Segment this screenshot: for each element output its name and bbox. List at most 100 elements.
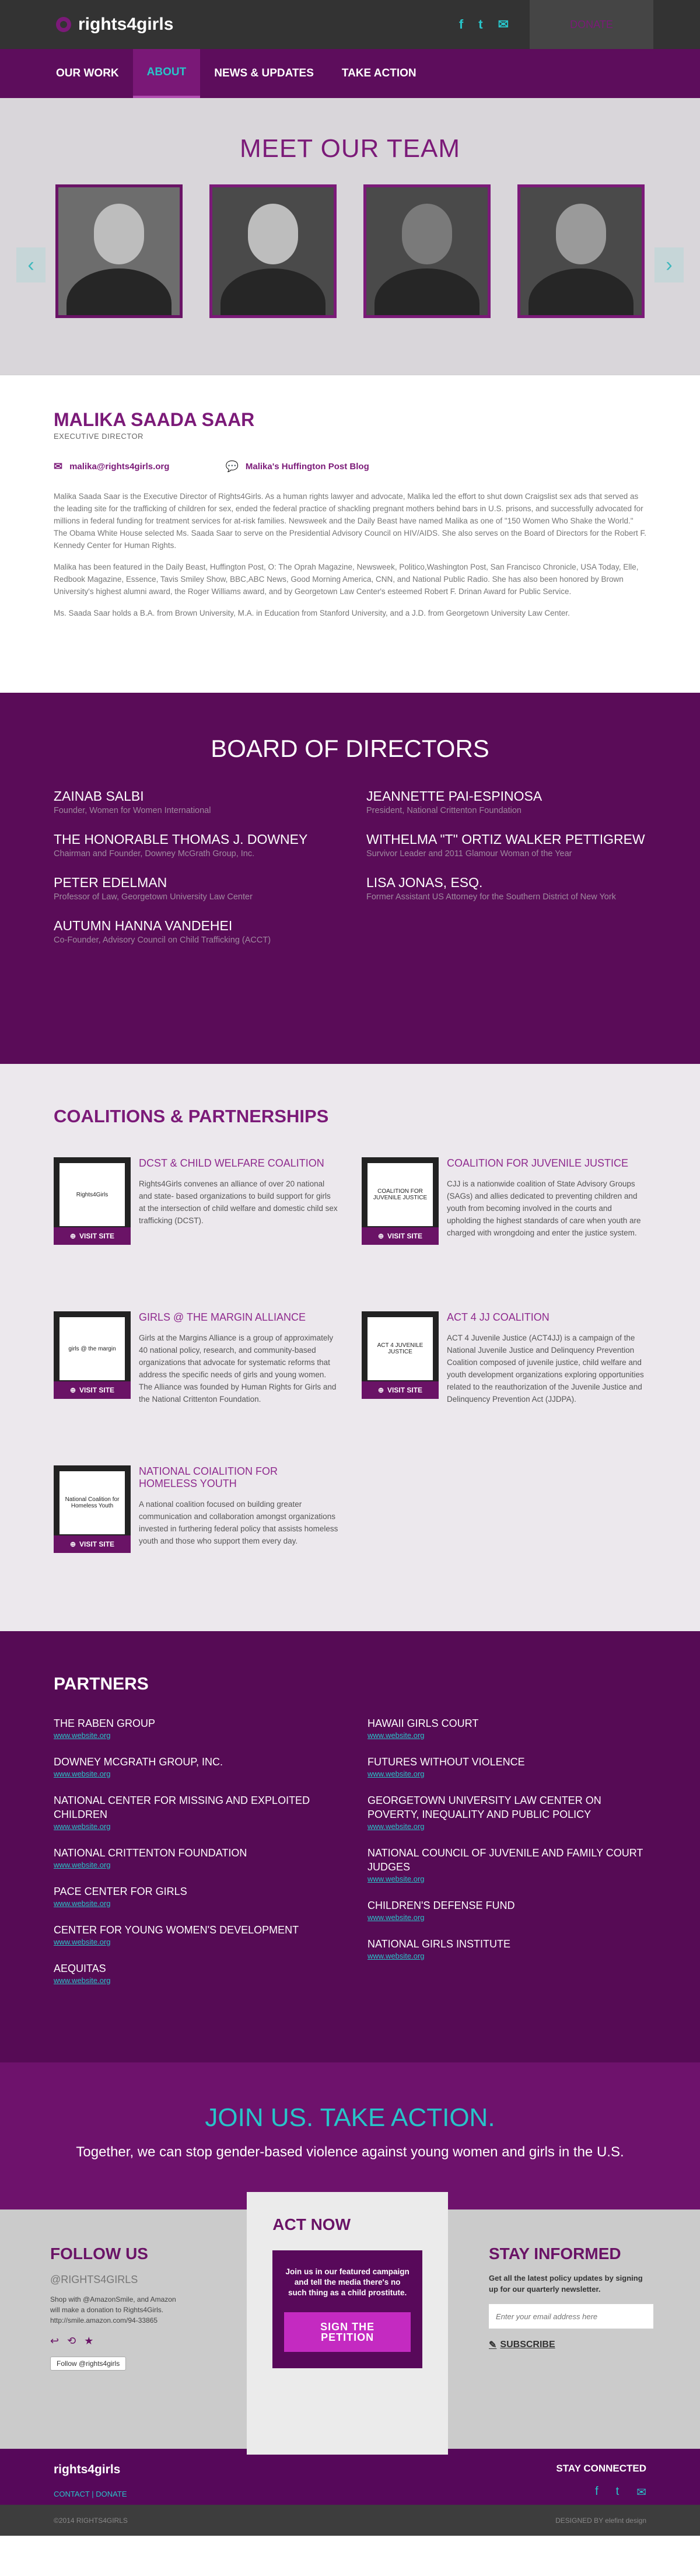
partner-item: CHILDREN'S DEFENSE FUND www.website.org <box>368 1898 646 1923</box>
profile-blog-link[interactable]: Malika's Huffington Post Blog <box>246 462 369 472</box>
partner-item: AEQUITAS www.website.org <box>54 1961 332 1986</box>
partner-item: PACE CENTER FOR GIRLS www.website.org <box>54 1884 332 1909</box>
team-photo-3[interactable] <box>363 184 491 318</box>
profile-section: MALIKA SAADA SAAR EXECUTIVE DIRECTOR ✉ ma… <box>0 375 700 693</box>
visit-site-button[interactable]: ⊕ VISIT SITE <box>362 1227 439 1245</box>
reply-icon[interactable]: ↩ <box>50 2335 59 2347</box>
twitter-icon[interactable]: t <box>478 17 482 32</box>
coalition-title: NATIONAL COIALITION FOR HOMELESS YOUTH <box>139 1465 278 1489</box>
nav-about[interactable]: ABOUT <box>132 49 201 98</box>
partners-section: PARTNERS THE RABEN GROUP www.website.org … <box>0 1631 700 2062</box>
board-member: PETER EDELMAN Professor of Law, Georgetow… <box>54 875 334 903</box>
partner-name: CENTER FOR YOUNG WOMEN'S DEVELOPMENT <box>54 1924 299 1936</box>
newsletter-column: STAY INFORMED Get all the latest policy … <box>489 2210 653 2449</box>
partner-name: HAWAII GIRLS COURT <box>368 1718 479 1729</box>
coalition-logo: National Coalition for Homeless Youth <box>60 1471 125 1534</box>
partner-link[interactable]: www.website.org <box>54 1938 111 1946</box>
footer-widgets: FOLLOW US @RIGHTS4GIRLS Shop with @Amazo… <box>0 2192 700 2455</box>
pencil-icon: ✎ <box>489 2340 497 2350</box>
board-member-title: Survivor Leader and 2011 Glamour Woman o… <box>366 849 572 858</box>
logo-text: rights4girls <box>78 15 174 34</box>
team-photo-1[interactable] <box>55 184 183 318</box>
email-icon[interactable]: ✉ <box>636 2485 646 2500</box>
follow-title: FOLLOW US <box>50 2245 148 2263</box>
partner-name: NATIONAL CRITTENTON FOUNDATION <box>54 1847 247 1859</box>
partner-link[interactable]: www.website.org <box>368 1731 425 1740</box>
board-member-title: Founder, Women for Women International <box>54 806 211 815</box>
partner-link[interactable]: www.website.org <box>54 1731 111 1740</box>
coalitions-section: COALITIONS & PARTNERSHIPS Rights4Girls ⊕ V… <box>0 1064 700 1631</box>
site-logo[interactable]: rights4girls <box>56 15 173 34</box>
board-member-title: Former Assistant US Attorney for the Sou… <box>366 892 616 902</box>
retweet-icon[interactable]: ⟲ <box>67 2335 76 2347</box>
footer-logo[interactable]: rights4girls <box>54 2463 127 2477</box>
main-nav: OUR WORK ABOUT NEWS & UPDATES TAKE ACTIO… <box>0 49 700 98</box>
sign-petition-button[interactable]: SIGN THE PETITION <box>284 2312 411 2352</box>
partner-link[interactable]: www.website.org <box>54 1769 111 1778</box>
board-member: JEANNETTE PAI-ESPINOSA President, Nationa… <box>366 788 646 816</box>
coalition-title: COALITION FOR JUVENILE JUSTICE <box>447 1157 629 1169</box>
designed-by-label: DESIGNED BY <box>555 2516 603 2525</box>
profile-email-link[interactable]: malika@rights4girls.org <box>69 462 169 472</box>
carousel-next-button[interactable]: › <box>654 247 684 282</box>
coalition-title: DCST & CHILD WELFARE COALITION <box>139 1157 324 1169</box>
bottom-bar: rights4girls CONTACT | DONATE STAY CONNE… <box>0 2449 700 2505</box>
board-member-title: President, National Crittenton Foundatio… <box>366 806 522 815</box>
nav-take-action[interactable]: TAKE ACTION <box>328 49 430 98</box>
visit-site-button[interactable]: ⊕ VISIT SITE <box>54 1381 131 1399</box>
visit-site-button[interactable]: ⊕ VISIT SITE <box>54 1227 131 1245</box>
facebook-icon[interactable]: f <box>459 17 463 32</box>
coalition-text: Rights4Girls convenes an alliance of ove… <box>139 1179 338 1225</box>
social-links: f t ✉ <box>459 17 509 32</box>
join-text: Together, we can stop gender-based viole… <box>76 2144 624 2160</box>
copyright-text: ©2014 RIGHTS4GIRLS <box>54 2516 128 2525</box>
email-icon[interactable]: ✉ <box>498 17 509 32</box>
twitter-icon[interactable]: t <box>616 2485 620 2500</box>
board-member-name: JEANNETTE PAI-ESPINOSA <box>366 788 542 804</box>
nav-our-work[interactable]: OUR WORK <box>42 49 133 98</box>
subscribe-link[interactable]: ✎ SUBSCRIBE <box>489 2339 653 2351</box>
partner-item: THE RABEN GROUP www.website.org <box>54 1716 332 1741</box>
facebook-icon[interactable]: f <box>595 2485 598 2500</box>
partner-link[interactable]: www.website.org <box>368 1913 425 1922</box>
coalition-item: girls @ the margin ⊕ VISIT SITE GIRLS @ TH… <box>54 1311 338 1446</box>
email-input[interactable] <box>489 2304 653 2329</box>
team-photo-4[interactable] <box>517 184 645 318</box>
coalitions-title: COALITIONS & PARTNERSHIPS <box>54 1106 329 1126</box>
join-title: JOIN US. TAKE ACTION. <box>205 2103 495 2132</box>
carousel-prev-button[interactable]: ‹ <box>16 247 46 282</box>
visit-site-button[interactable]: ⊕ VISIT SITE <box>54 1535 131 1553</box>
follow-twitter-button[interactable]: Follow @rights4girls <box>50 2357 127 2371</box>
partner-link[interactable]: www.website.org <box>54 1899 111 1908</box>
partner-name: DOWNEY MCGRATH GROUP, INC. <box>54 1756 223 1768</box>
coalition-item: COALITION FOR JUVENILE JUSTICE ⊕ VISIT SIT… <box>362 1157 646 1292</box>
coalition-logo: girls @ the margin <box>60 1317 125 1380</box>
partner-item: CENTER FOR YOUNG WOMEN'S DEVELOPMENT www.… <box>54 1923 332 1947</box>
partner-item: NATIONAL COUNCIL OF JUVENILE AND FAMILY … <box>368 1846 646 1884</box>
partner-link[interactable]: www.website.org <box>54 1976 111 1985</box>
team-photo-2[interactable] <box>209 184 337 318</box>
partner-link[interactable]: www.website.org <box>54 1861 111 1869</box>
footer-donate-link[interactable]: DONATE <box>96 2490 127 2498</box>
partner-name: GEORGETOWN UNIVERSITY LAW CENTER ON POVE… <box>368 1795 601 1820</box>
partner-link[interactable]: www.website.org <box>368 1769 425 1778</box>
visit-site-button[interactable]: ⊕ VISIT SITE <box>362 1381 439 1399</box>
act-now-box: ACT NOW Join us in our featured campaign… <box>247 2192 448 2455</box>
contact-link[interactable]: CONTACT <box>54 2490 90 2498</box>
team-title: MEET OUR TEAM <box>239 134 461 163</box>
partner-link[interactable]: www.website.org <box>368 1952 425 1960</box>
coalition-logo: Rights4Girls <box>60 1163 125 1226</box>
act-now-title: ACT NOW <box>272 2215 351 2233</box>
partner-link[interactable]: www.website.org <box>368 1875 425 1883</box>
partner-link[interactable]: www.website.org <box>54 1822 111 1831</box>
favorite-star-icon[interactable]: ★ <box>84 2335 93 2347</box>
partners-title: PARTNERS <box>54 1674 149 1694</box>
board-member: ZAINAB SALBI Founder, Women for Women Int… <box>54 788 334 816</box>
profile-role: EXECUTIVE DIRECTOR <box>54 432 144 441</box>
designer-link[interactable]: elefint design <box>605 2516 646 2525</box>
partner-link[interactable]: www.website.org <box>368 1822 425 1831</box>
donate-button[interactable]: DONATE <box>530 0 653 49</box>
partner-item: HAWAII GIRLS COURT www.website.org <box>368 1716 646 1741</box>
coalition-item: National Coalition for Homeless Youth ⊕ VI… <box>54 1465 338 1600</box>
nav-news-updates[interactable]: NEWS & UPDATES <box>200 49 328 98</box>
